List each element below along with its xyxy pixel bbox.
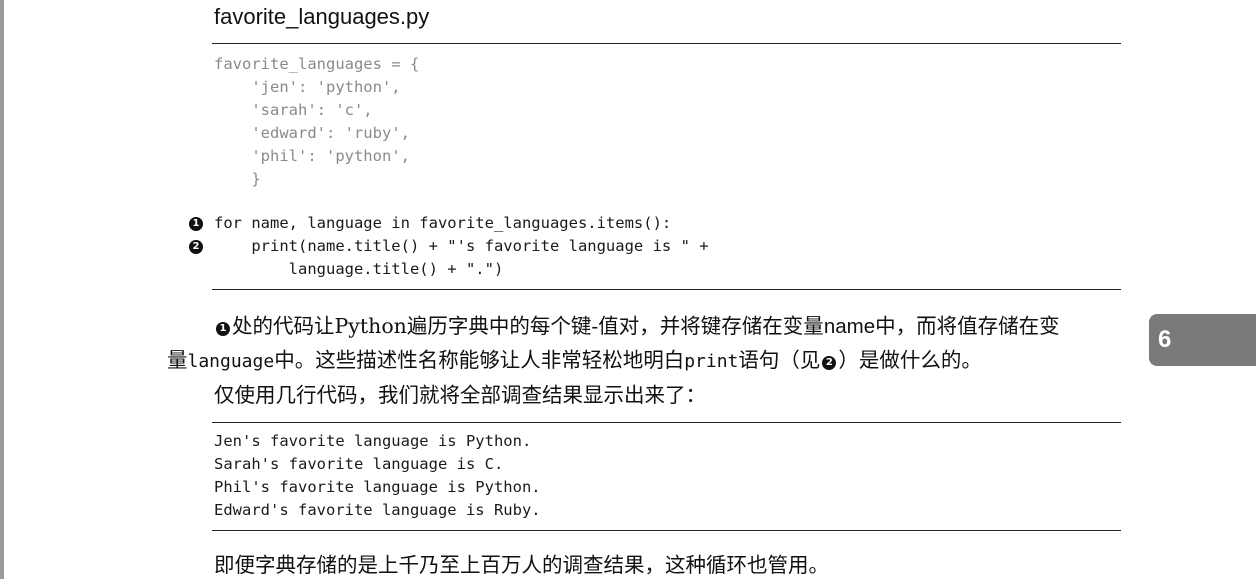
code-line: 'phil': 'python',	[214, 147, 410, 165]
output-line: Edward's favorite language is Ruby.	[214, 501, 541, 519]
code-line: }	[214, 170, 261, 188]
text-run: 语句（见	[738, 348, 821, 372]
text-run: 遍历字典中的每个键-值对，并将键存储在变量	[406, 314, 824, 338]
code-line: for name, language in favorite_languages…	[214, 214, 672, 232]
text-run: Python	[334, 314, 407, 338]
listing-bottom-rule	[212, 289, 1121, 290]
output-bottom-rule	[212, 530, 1121, 531]
listing-filename: favorite_languages.py	[214, 4, 430, 29]
program-output-block: Jen's favorite language is Python. Sarah'…	[214, 430, 541, 522]
listing-top-rule	[212, 43, 1121, 44]
text-run: ）是做什么的。	[838, 348, 982, 372]
code-line: 'jen': 'python',	[214, 78, 401, 96]
chapter-tab: 6	[1149, 314, 1256, 366]
paragraph-line: 1 处的代码让Python遍历字典中的每个键-值对，并将键存储在变量name中，而…	[214, 309, 1060, 339]
code-line: print(name.title() + "'s favorite langua…	[214, 237, 709, 255]
inline-code: name	[823, 315, 876, 338]
callout-marker-2: 2	[189, 240, 203, 254]
code-line: 'sarah': 'c',	[214, 101, 373, 119]
text-run: 中，而将值存储在变	[875, 314, 1060, 338]
code-line: favorite_languages = {	[214, 55, 420, 73]
inline-marker-2: 2	[822, 356, 837, 370]
inline-marker-1: 1	[216, 322, 230, 336]
paragraph-line: 仅使用几行代码，我们就将全部调查结果显示出来了：	[214, 383, 706, 407]
text-run: 量	[167, 348, 188, 372]
code-loop-block: for name, language in favorite_languages…	[214, 212, 709, 281]
text-run: 处的代码让	[232, 314, 335, 338]
output-top-rule	[212, 422, 1121, 423]
inline-code: print	[684, 351, 739, 372]
page-left-border	[0, 0, 4, 579]
text-run: 中。这些描述性名称能够让人非常轻松地明白	[274, 348, 685, 372]
output-line: Sarah's favorite language is C.	[214, 455, 504, 473]
code-dict-block: favorite_languages = { 'jen': 'python', …	[214, 53, 419, 191]
paragraph-line: 量language中。这些描述性名称能够让人非常轻松地明白print语句（见 2）…	[167, 343, 982, 373]
callout-marker-1: 1	[189, 217, 203, 231]
output-line: Phil's favorite language is Python.	[214, 478, 541, 496]
inline-code: language	[187, 351, 275, 372]
output-line: Jen's favorite language is Python.	[214, 432, 532, 450]
code-line: language.title() + ".")	[214, 260, 504, 278]
code-line: 'edward': 'ruby',	[214, 124, 410, 142]
closing-paragraph: 即便字典存储的是上千乃至上百万人的调查结果，这种循环也管用。	[214, 553, 829, 577]
